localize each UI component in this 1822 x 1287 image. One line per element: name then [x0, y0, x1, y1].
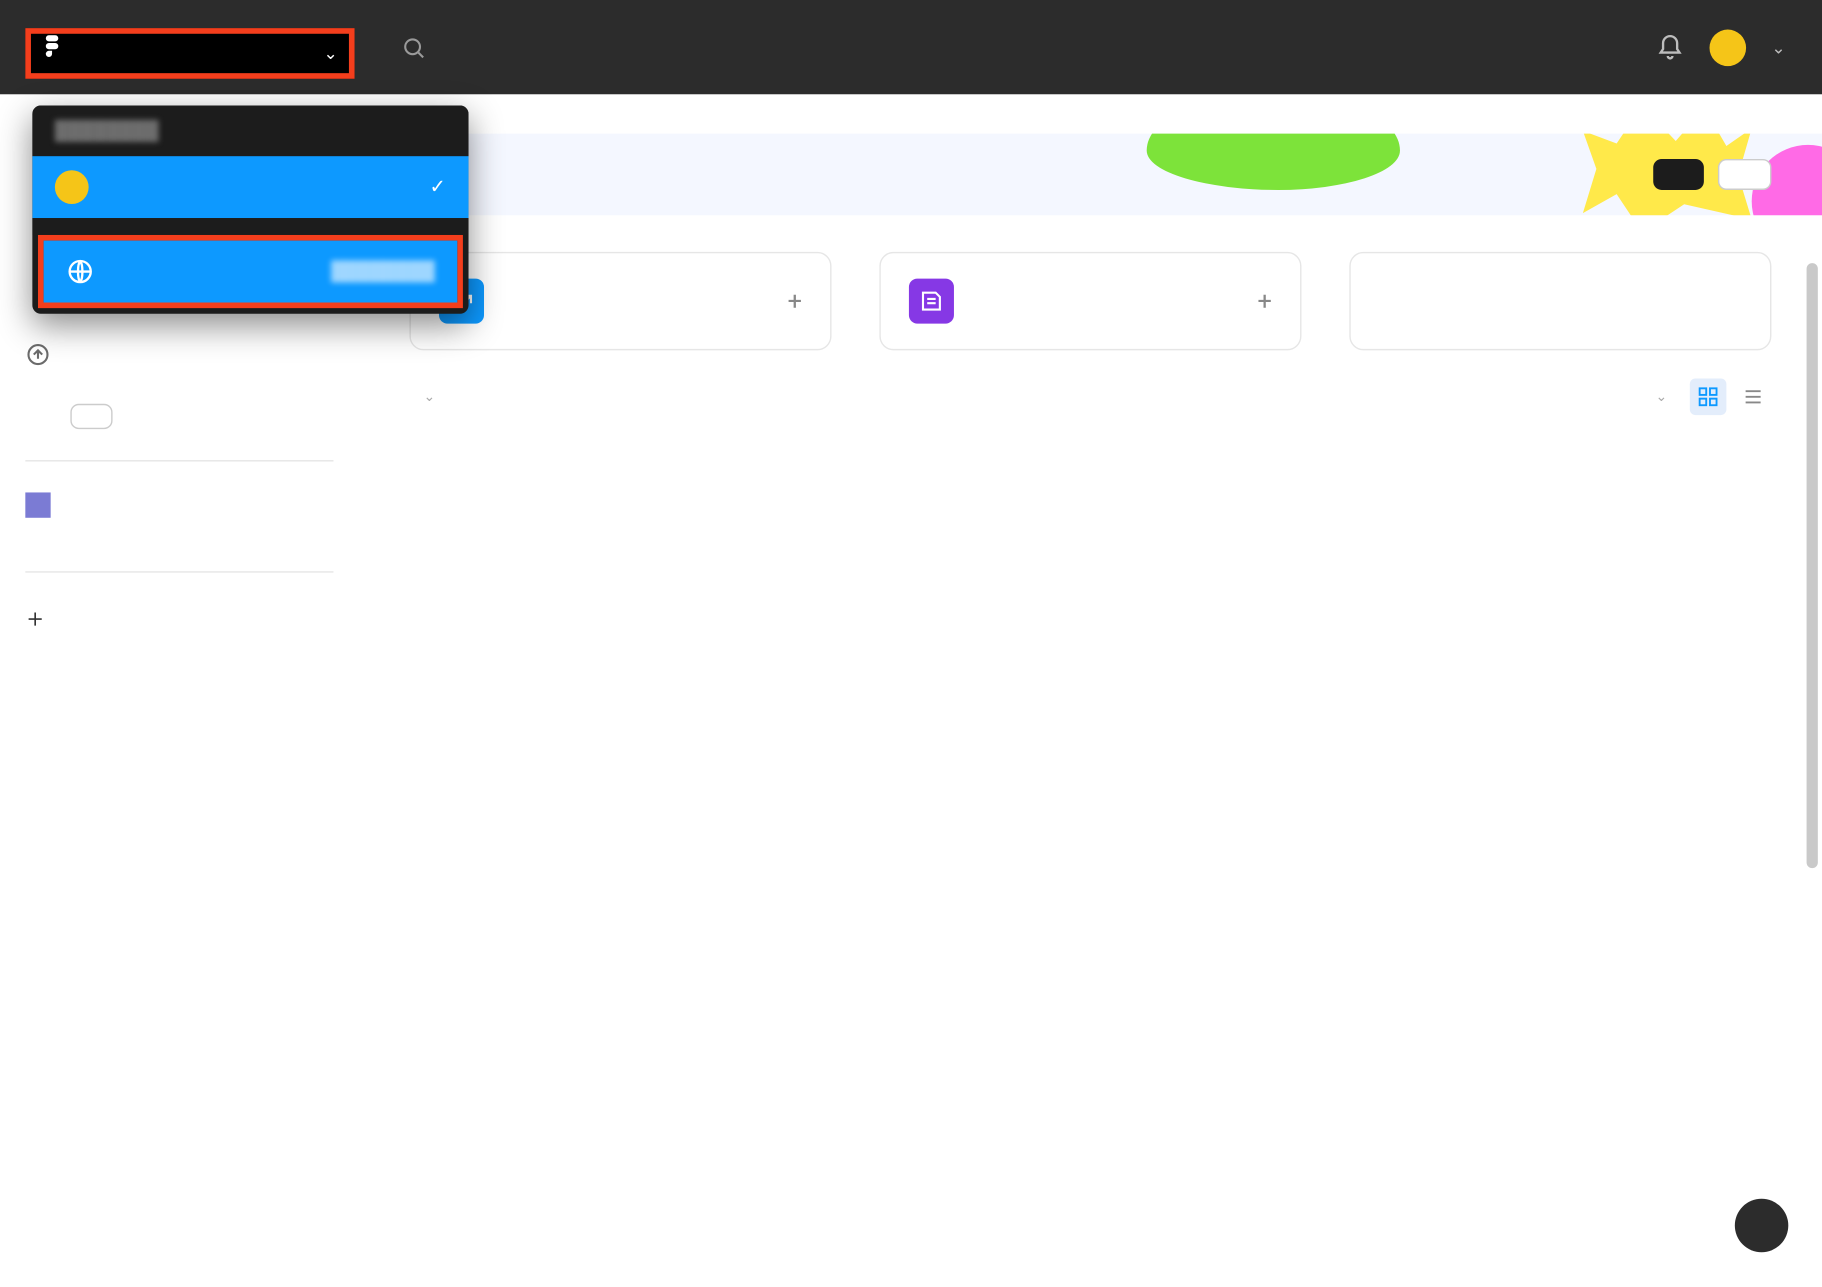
new-design-file-card[interactable]: +: [409, 252, 831, 350]
account-switcher[interactable]: ⌄: [0, 0, 359, 94]
notifications-icon[interactable]: [1656, 33, 1684, 61]
dropdown-community-row[interactable]: ████████: [44, 241, 458, 303]
community-email: ████████: [331, 260, 435, 283]
chevron-down-icon[interactable]: ⌄: [1771, 37, 1785, 57]
topbar-right: ⌄: [1656, 29, 1822, 66]
chevron-down-icon: ⌄: [1655, 389, 1667, 404]
account-dropdown: ████████ ✓ ████████: [32, 106, 468, 314]
avatar[interactable]: [1709, 29, 1746, 66]
scrollbar[interactable]: [1807, 263, 1818, 868]
plus-icon: +: [1258, 286, 1272, 316]
chevron-down-icon: ⌄: [324, 44, 338, 64]
search-input[interactable]: [449, 34, 1153, 61]
filter-row: ⌄ ⌄: [359, 350, 1822, 429]
divider: [25, 460, 333, 461]
figma-logo-icon: [42, 35, 67, 72]
register-button[interactable]: [1653, 159, 1704, 190]
file-grid: [359, 429, 1822, 485]
sidebar-team[interactable]: [25, 487, 333, 524]
search[interactable]: [359, 34, 1656, 61]
import-file-card[interactable]: [1349, 252, 1771, 350]
divider: [25, 571, 333, 572]
globe-icon: [66, 257, 94, 285]
search-icon: [401, 34, 426, 59]
upgrade-block: [25, 333, 333, 395]
team-icon: [25, 492, 50, 517]
chevron-down-icon: ⌄: [424, 389, 436, 404]
community-highlight: ████████: [38, 235, 463, 308]
help-button[interactable]: [1735, 1199, 1788, 1252]
dropdown-account-row[interactable]: ✓: [32, 156, 468, 218]
check-icon: ✓: [430, 176, 447, 199]
divider: [32, 218, 468, 235]
upgrade-icon: [25, 342, 50, 367]
upgrade-button[interactable]: [70, 404, 112, 429]
plus-icon: [25, 609, 45, 629]
decoration: [1147, 134, 1400, 190]
plus-icon: +: [788, 286, 802, 316]
figjam-file-icon: [909, 279, 954, 324]
avatar: [55, 170, 89, 204]
dropdown-arrow: [328, 106, 351, 107]
breadcrumb: [359, 94, 1822, 133]
create-team-button[interactable]: [25, 609, 333, 629]
new-figjam-file-card[interactable]: +: [879, 252, 1301, 350]
sidebar-project[interactable]: [25, 523, 333, 540]
import-icon: [1379, 279, 1424, 324]
dropdown-email-header: ████████: [32, 106, 468, 157]
main: + + ⌄ ⌄: [359, 94, 1822, 1286]
grid-view-button[interactable]: [1690, 378, 1727, 415]
config-banner: [359, 134, 1822, 216]
account-switcher-highlight: ⌄: [25, 28, 354, 79]
topbar: ⌄ ⌄: [0, 0, 1822, 94]
close-button[interactable]: [1718, 159, 1771, 190]
action-row: + +: [409, 215, 1771, 350]
list-view-button[interactable]: [1735, 378, 1772, 415]
